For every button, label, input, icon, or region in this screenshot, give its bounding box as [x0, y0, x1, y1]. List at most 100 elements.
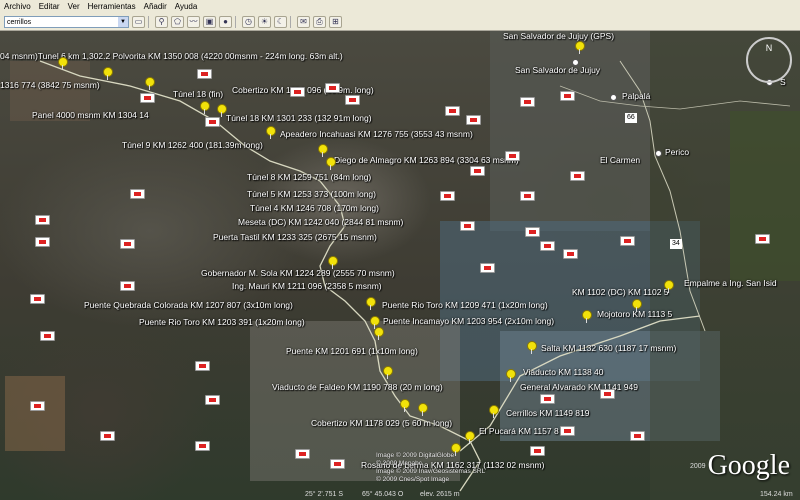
youtube-icon[interactable]	[140, 93, 155, 103]
station-label[interactable]: Cobertizo KM 1178 029 (5 60 m long)	[311, 418, 452, 428]
image-overlay-icon[interactable]: ▣	[203, 15, 216, 28]
youtube-icon[interactable]	[35, 237, 50, 247]
placemark-pin[interactable]	[326, 157, 336, 170]
station-label[interactable]: Túnel 18 (fin)	[173, 89, 223, 99]
email-icon[interactable]: ✉	[297, 15, 310, 28]
placemark-pin[interactable]	[200, 101, 210, 114]
station-label[interactable]: Empalme a Ing. San Isid	[684, 278, 777, 288]
youtube-icon[interactable]	[460, 221, 475, 231]
menu-herramientas[interactable]: Herramientas	[84, 0, 140, 13]
youtube-icon[interactable]	[570, 171, 585, 181]
station-label[interactable]: Ing. Mauri KM 1211 096 (2358 5 msnm)	[232, 281, 382, 291]
station-label[interactable]: Puerta Tastil KM 1233 325 (2675 15 msnm)	[213, 232, 377, 242]
youtube-icon[interactable]	[325, 83, 340, 93]
youtube-icon[interactable]	[520, 191, 535, 201]
youtube-icon[interactable]	[440, 191, 455, 201]
placemark-icon[interactable]: ⚲	[155, 15, 168, 28]
youtube-icon[interactable]	[540, 394, 555, 404]
placemark-pin[interactable]	[145, 77, 155, 90]
youtube-icon[interactable]	[130, 189, 145, 199]
station-label[interactable]: Panel 4000 msnm KM 1304 14	[32, 110, 149, 120]
station-label[interactable]: Puente Rio Toro KM 1203 391 (1x20m long)	[139, 317, 305, 327]
youtube-icon[interactable]	[540, 241, 555, 251]
youtube-icon[interactable]	[30, 401, 45, 411]
station-label[interactable]: El Pucará KM 1157 8	[479, 426, 559, 436]
youtube-icon[interactable]	[600, 389, 615, 399]
city-dot[interactable]	[572, 59, 579, 66]
placemark-pin[interactable]	[328, 256, 338, 269]
station-label[interactable]: Puente Quebrada Colorada KM 1207 807 (3x…	[84, 300, 293, 310]
youtube-icon[interactable]	[195, 441, 210, 451]
historical-imagery-icon[interactable]: ◷	[242, 15, 255, 28]
place-label[interactable]: San Salvador de Jujuy	[515, 65, 600, 75]
station-label[interactable]: Apeadero Incahuasi KM 1276 755 (3553 43 …	[280, 129, 473, 139]
station-label[interactable]: Túnel 5 KM 1253 373 (100m long)	[247, 189, 376, 199]
chevron-down-icon[interactable]: ▼	[118, 16, 128, 27]
place-label[interactable]: El Carmen	[600, 155, 640, 165]
youtube-icon[interactable]	[560, 91, 575, 101]
placemark-pin[interactable]	[370, 316, 380, 329]
youtube-icon[interactable]	[197, 69, 212, 79]
placemark-pin[interactable]	[366, 297, 376, 310]
placemark-pin[interactable]	[400, 399, 410, 412]
youtube-icon[interactable]	[480, 263, 495, 273]
placemark-pin[interactable]	[103, 67, 113, 80]
placemark-pin[interactable]	[383, 366, 393, 379]
youtube-icon[interactable]	[530, 446, 545, 456]
hide-sidebar-icon[interactable]: ▭	[132, 15, 145, 28]
station-label[interactable]: KM 1102 (DC) KM 1102 5	[572, 287, 669, 297]
youtube-icon[interactable]	[630, 431, 645, 441]
youtube-icon[interactable]	[290, 87, 305, 97]
station-label[interactable]: Mojotoro KM 1113 5	[597, 309, 672, 319]
menu-ayuda[interactable]: Ayuda	[171, 0, 202, 13]
print-icon[interactable]: ⎙	[313, 15, 326, 28]
youtube-icon[interactable]	[563, 249, 578, 259]
placemark-pin[interactable]	[318, 144, 328, 157]
menu-ver[interactable]: Ver	[64, 0, 84, 13]
youtube-icon[interactable]	[120, 239, 135, 249]
placemark-pin[interactable]	[527, 341, 537, 354]
station-label[interactable]: Puente KM 1201 691 (1x10m long)	[286, 346, 418, 356]
station-label[interactable]: 04 msnm)Tunel 6 km 1,302.2 Polvorita KM …	[0, 51, 343, 61]
youtube-icon[interactable]	[195, 361, 210, 371]
youtube-icon[interactable]	[466, 115, 481, 125]
place-label[interactable]: Perico	[665, 147, 689, 157]
menu-anadir[interactable]: Añadir	[140, 0, 171, 13]
sun-icon[interactable]: ☀	[258, 15, 271, 28]
city-dot[interactable]	[655, 150, 662, 157]
placemark-pin[interactable]	[266, 126, 276, 139]
youtube-icon[interactable]	[345, 95, 360, 105]
placemark-pin[interactable]	[418, 403, 428, 416]
youtube-icon[interactable]	[205, 117, 220, 127]
station-label[interactable]: 1316 774 (3842 75 msnm)	[0, 80, 100, 90]
placemark-pin[interactable]	[489, 405, 499, 418]
station-label[interactable]: Gobernador M. Sola KM 1224 289 (2555 70 …	[201, 268, 395, 278]
youtube-icon[interactable]	[520, 97, 535, 107]
city-dot[interactable]	[610, 94, 617, 101]
youtube-icon[interactable]	[295, 449, 310, 459]
placemark-pin[interactable]	[632, 299, 642, 312]
station-label[interactable]: Túnel 8 KM 1259 751 (84m long)	[247, 172, 371, 182]
placemark-pin[interactable]	[575, 41, 585, 54]
station-label[interactable]: Diego de Almagro KM 1263 894 (3304 63 ms…	[334, 155, 519, 165]
youtube-icon[interactable]	[120, 281, 135, 291]
menu-editar[interactable]: Editar	[35, 0, 64, 13]
station-label[interactable]: General Alvarado KM 1141 949	[520, 382, 638, 392]
youtube-icon[interactable]	[30, 294, 45, 304]
youtube-icon[interactable]	[560, 426, 575, 436]
placemark-pin[interactable]	[582, 310, 592, 323]
placemark-pin[interactable]	[58, 57, 68, 70]
map-view[interactable]: San Salvador de Jujuy (GPS) San Salvador…	[0, 31, 800, 500]
station-label[interactable]: Meseta (DC) KM 1242 040 (2844 81 msnm)	[238, 217, 403, 227]
view-in-maps-icon[interactable]: ⊞	[329, 15, 342, 28]
placemark-pin[interactable]	[465, 431, 475, 444]
youtube-icon[interactable]	[755, 234, 770, 244]
youtube-icon[interactable]	[620, 236, 635, 246]
placemark-pin[interactable]	[217, 104, 227, 117]
placemark-pin[interactable]	[374, 327, 384, 340]
station-label[interactable]: Túnel 4 KM 1246 708 (170m long)	[250, 203, 379, 213]
station-label[interactable]: Viaducto KM 1138 40	[523, 367, 604, 377]
navigation-compass[interactable]: N	[746, 37, 792, 83]
youtube-icon[interactable]	[470, 166, 485, 176]
station-label[interactable]: Cerrillos KM 1149 819	[506, 408, 589, 418]
